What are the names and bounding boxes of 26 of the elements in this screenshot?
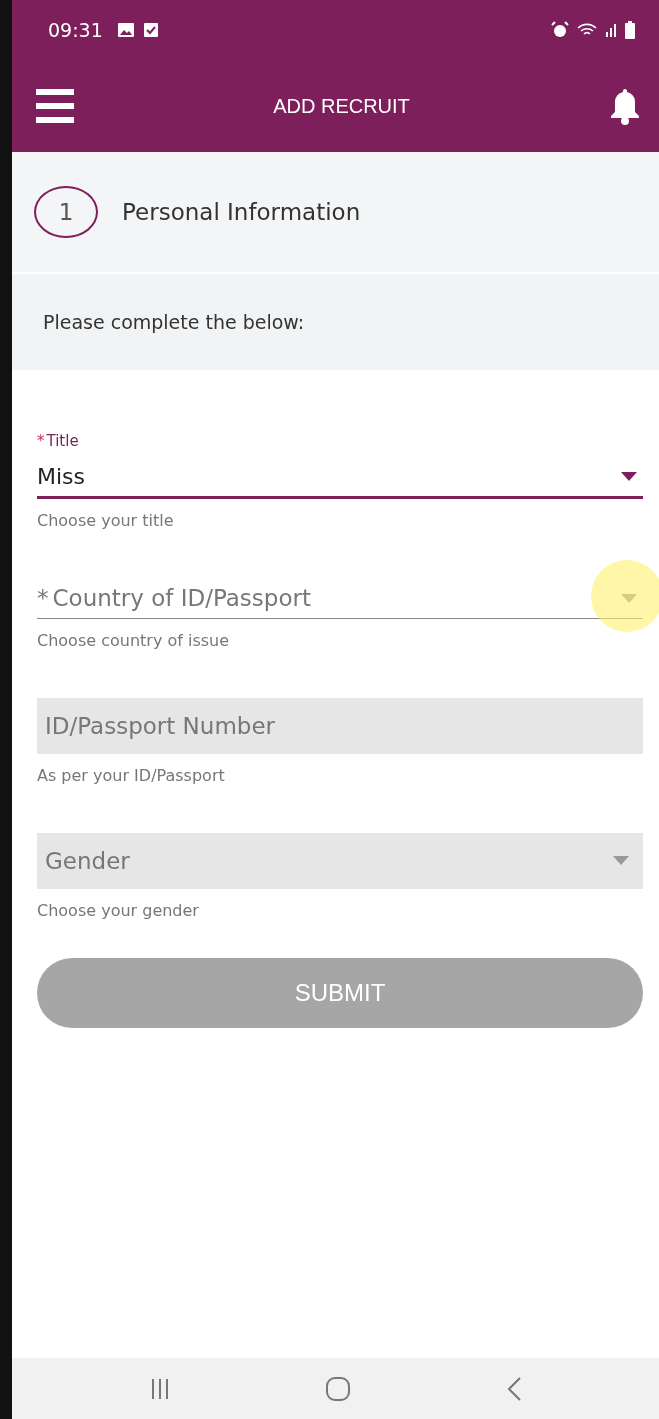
input-field[interactable]: ID/Passport Number	[37, 698, 643, 754]
back-icon[interactable]	[505, 1375, 522, 1402]
dropdown-caret-icon	[621, 593, 637, 603]
dropdown-field[interactable]: Gender	[37, 833, 643, 889]
status-time: 09:31	[48, 19, 103, 41]
dropdown-field[interactable]: * Country of ID/Passport	[37, 578, 643, 619]
helper-text: Choose your title	[37, 511, 175, 530]
dropdown-caret-icon	[613, 856, 629, 865]
checkbox-icon	[142, 22, 159, 38]
helper-text: As per your ID/Passport	[37, 766, 226, 785]
battery-icon	[625, 21, 635, 39]
field-label: *Title	[37, 432, 80, 450]
image-icon	[116, 22, 135, 38]
screen-title: ADD RECRUIT	[273, 94, 410, 118]
instruction-text: Please complete the below:	[43, 311, 305, 333]
home-icon[interactable]	[325, 1375, 352, 1402]
bell-icon[interactable]	[609, 87, 641, 125]
step-number: 1	[34, 186, 98, 238]
dropdown-caret-icon	[621, 471, 637, 481]
helper-text: Choose country of issue	[37, 631, 231, 650]
signal-icon	[605, 22, 617, 38]
alarm-icon	[551, 21, 569, 39]
menu-icon[interactable]	[36, 89, 74, 123]
dropdown-field[interactable]: Miss	[37, 456, 643, 499]
helper-text: Choose your gender	[37, 901, 200, 920]
step-title: Personal Information	[122, 199, 361, 225]
